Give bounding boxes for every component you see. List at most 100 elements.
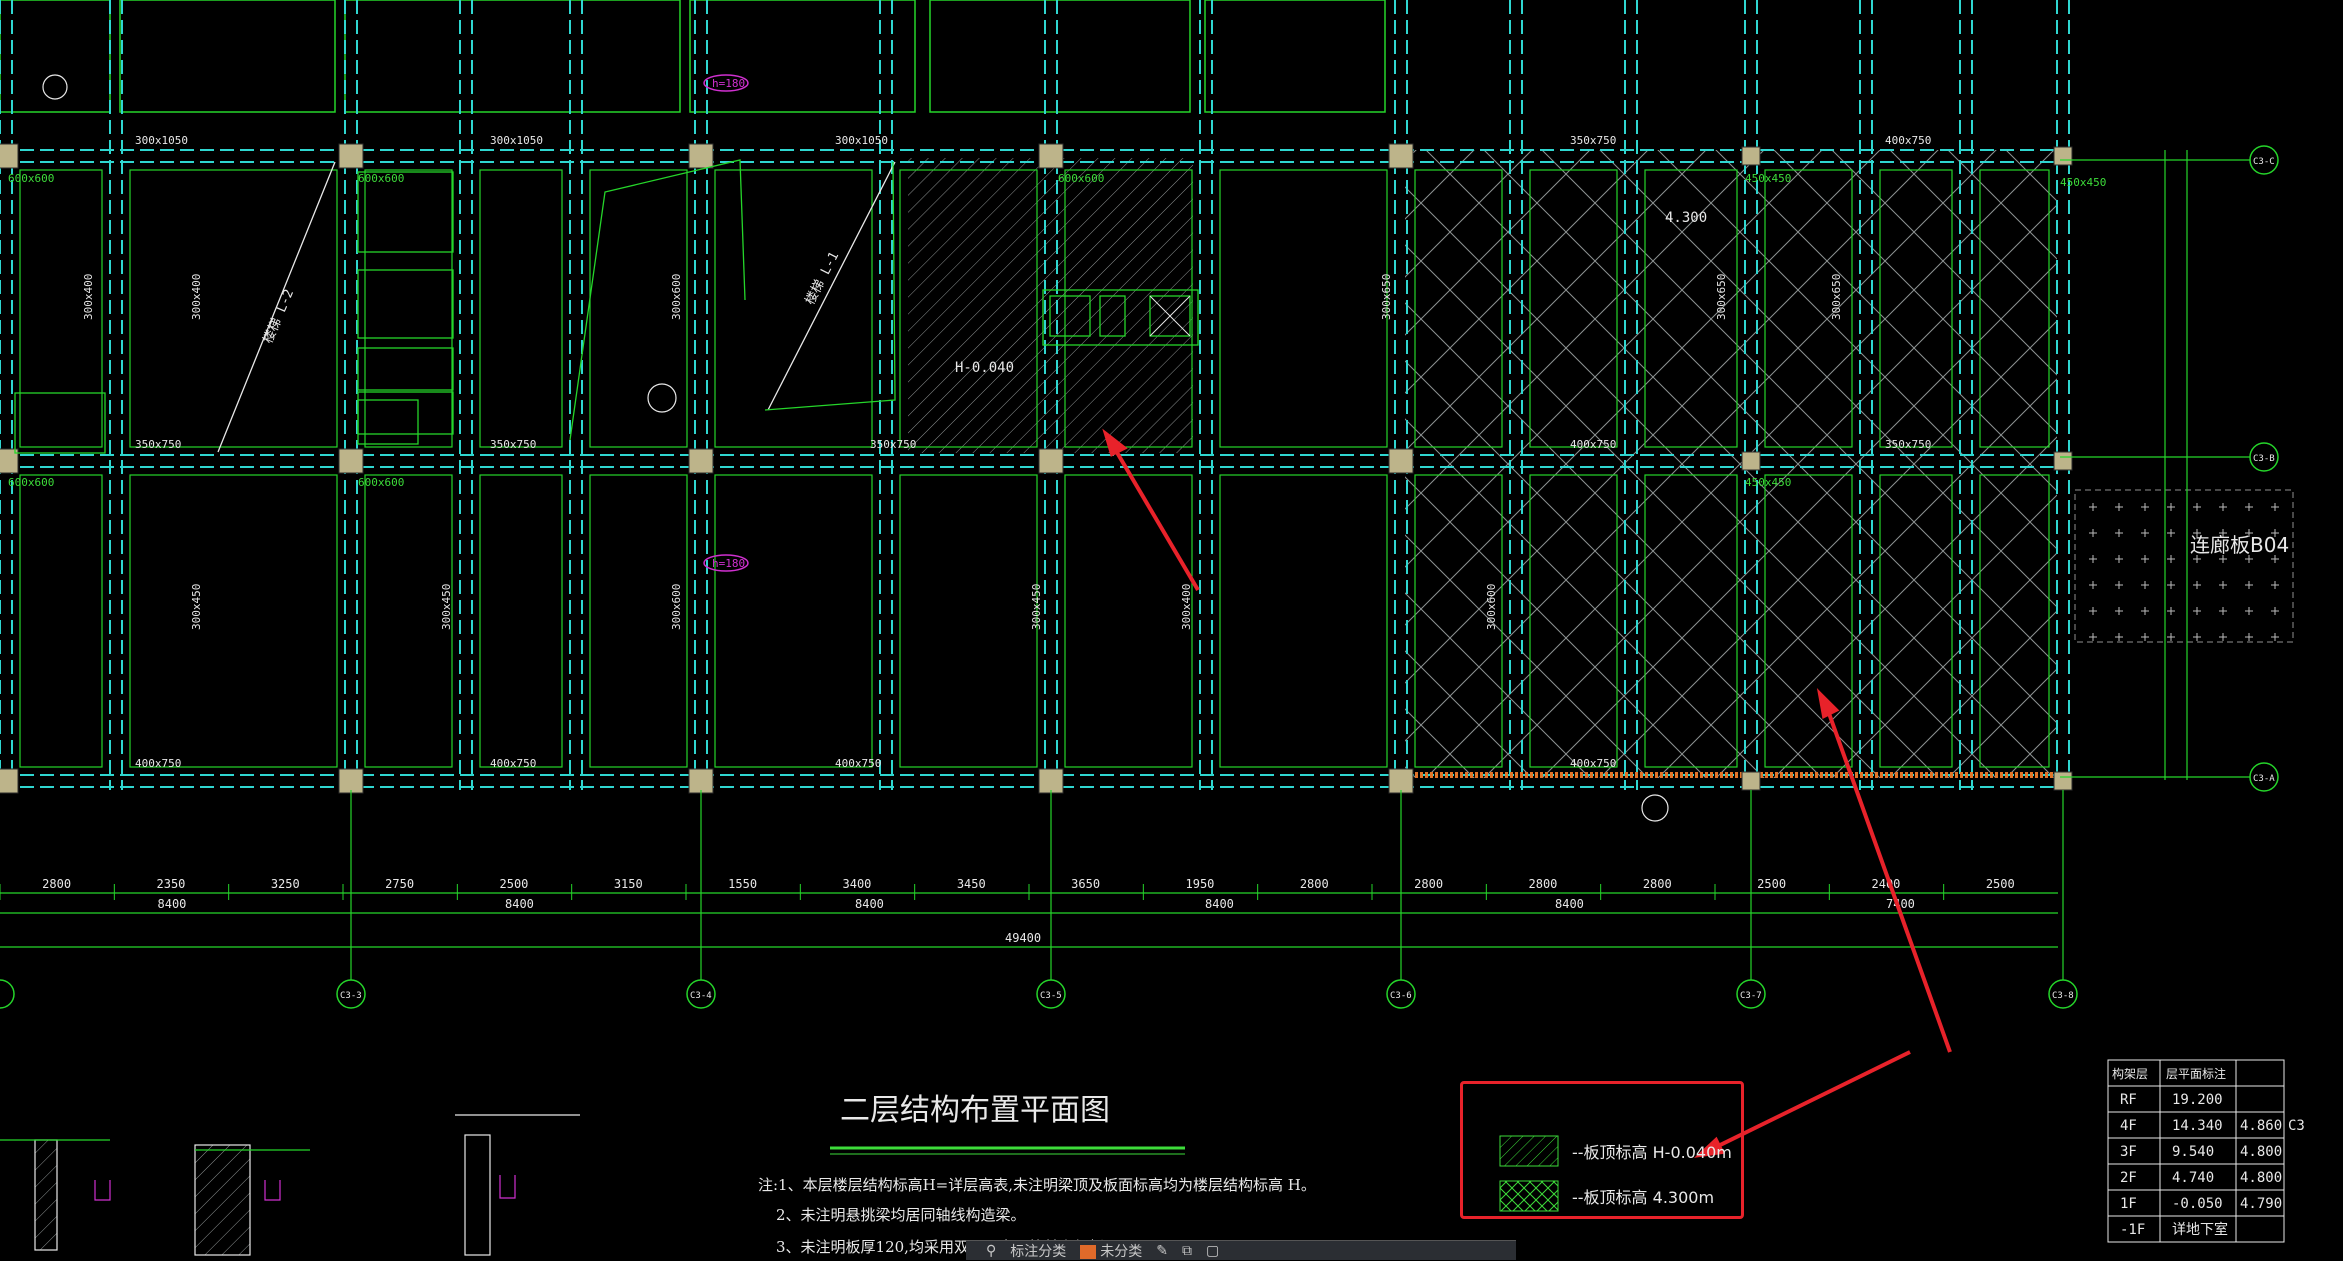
table-elev: 19.200 [2172,1092,2223,1108]
table-elev: 9.540 [2172,1144,2214,1160]
column-label: 600x600 [358,172,404,185]
dim-value: 3150 [614,877,643,891]
table-height: 4.800 [2240,1144,2282,1160]
beam-label-v: 300x450 [190,584,203,630]
column [1388,768,1414,794]
layer-name: 未分类 [1100,1243,1143,1260]
beam-label-h: 350x750 [490,438,536,451]
column [1388,143,1414,169]
axis-bubbles-right: C3-C C3-B C3-A [2060,145,2279,792]
axis-label: C3-6 [1390,991,1412,1001]
column [1038,768,1064,794]
column [338,143,364,169]
dim-value: 8400 [505,897,534,911]
window-icon[interactable]: ▢ [1206,1243,1219,1259]
dim-value: 1550 [728,877,757,891]
beam-label-v: 300x400 [82,274,95,320]
axis-bubbles-bottom: C3-3 C3-4 C3-5 C3-6 C3-7 C3-8 [0,790,2078,1009]
status-bar[interactable]: ⚲ 标注分类 未分类 ✎ ⧉ ▢ [966,1240,1516,1260]
legend-highlight-box [1460,1081,1744,1219]
beam-label-v: 300x600 [670,584,683,630]
dim-value: 3400 [843,877,872,891]
column [1038,448,1064,474]
bay-outline [479,169,563,448]
beam-label-v: 300x450 [440,584,453,630]
axis-label: C3-A [2253,774,2275,784]
bay-outline [1064,474,1193,768]
dim-value: 2800 [1529,877,1558,891]
dim-value: 3450 [957,877,986,891]
column [2053,771,2073,791]
dim-value: 2500 [500,877,529,891]
beam-label-v: 300x400 [190,274,203,320]
bay-outline [19,474,103,768]
axis-label: C3-B [2253,454,2275,464]
column [1038,143,1064,169]
dim-value: 3250 [271,877,300,891]
axis-label: C3-5 [1040,991,1062,1001]
bay-outline [1219,169,1388,448]
corridor-label: 连廊板B04 [2190,533,2289,557]
table-elev: 详地下室 [2172,1221,2228,1238]
beam-label-v: 300x600 [1485,584,1498,630]
axis-label: C3-3 [340,991,362,1001]
slab-thickness-2: h=180 [712,557,745,570]
dim-value: 2800 [1643,877,1672,891]
column [0,143,19,169]
section-details [0,1114,580,1256]
dim-value: 8400 [158,897,187,911]
dim-value: 2800 [42,877,71,891]
bay-outline [899,474,1038,768]
column [0,768,19,794]
beam-label-h: 400x750 [1570,757,1616,770]
bay-outline [714,474,873,768]
filter-icon[interactable]: ⚲ [986,1243,996,1259]
beam-label-h: 350x750 [1885,438,1931,451]
bay-outline [364,474,453,768]
dim-value: 8400 [1205,897,1234,911]
elevation-label: 4.300 [1665,210,1707,226]
column [2053,451,2073,471]
column [1741,771,1761,791]
beam-label-h: 350x750 [1570,134,1616,147]
table-floor: 2F [2120,1170,2137,1186]
column-label: 600x600 [1058,172,1104,185]
dim-value: 2400 [1872,877,1901,891]
note-2: 2、未注明悬挑梁均居同轴线构造梁。 [776,1206,1026,1224]
beam-label-v: 300x650 [1715,274,1728,320]
bay-outline [714,169,873,448]
edit-icon[interactable]: ✎ [1156,1243,1168,1259]
table-header: 层平面标注 [2166,1066,2226,1081]
cad-drawing-canvas[interactable]: C3-3 C3-4 C3-5 C3-6 C3-7 C3-8 C3-C C3-B C3-A 28… [0,0,2343,1260]
axis-label: C3-8 [2052,991,2074,1001]
annotation-category[interactable]: 标注分类 [1010,1241,1066,1261]
dim-value: 2800 [1300,877,1329,891]
copy-icon[interactable]: ⧉ [1182,1243,1192,1259]
column-label: 450x450 [2060,176,2106,189]
axis-label: C3-4 [690,991,712,1001]
dim-value: 2500 [1757,877,1786,891]
column-label: 600x600 [8,172,54,185]
table-floor: 4F [2120,1118,2137,1134]
dim-value: 1950 [1186,877,1215,891]
table-height: 4.790 [2240,1196,2282,1212]
bay-outline [479,474,563,768]
beam-label-h: 400x750 [835,757,881,770]
beam-label-h: 300x1050 [490,134,543,147]
beam-label-v: 300x450 [1030,584,1043,630]
floor-elevation-table: 构架层 层平面标注 RF 19.200 4F 14.340 4.860 3F 9.540 4.80… [2107,1059,2305,1243]
column [688,768,714,794]
dim-value: 3650 [1071,877,1100,891]
column [2053,146,2073,166]
dimension-text: 2800 2350 3250 2750 2500 3150 1550 3400 3450 3650… [0,877,2015,945]
beam-label-h: 400x750 [490,757,536,770]
table-floor: 1F [2120,1196,2137,1212]
drawing-title: 二层结构布置平面图 [840,1093,1110,1128]
upper-left-outline [0,0,1386,113]
layer-chip[interactable]: 未分类 [1080,1241,1142,1261]
beam-label-h: 350x750 [870,438,916,451]
stair-lines [217,161,896,453]
dim-value: 2800 [1414,877,1443,891]
beam-label-v: 300x400 [1180,584,1193,630]
table-height: 4.860 [2240,1118,2282,1134]
